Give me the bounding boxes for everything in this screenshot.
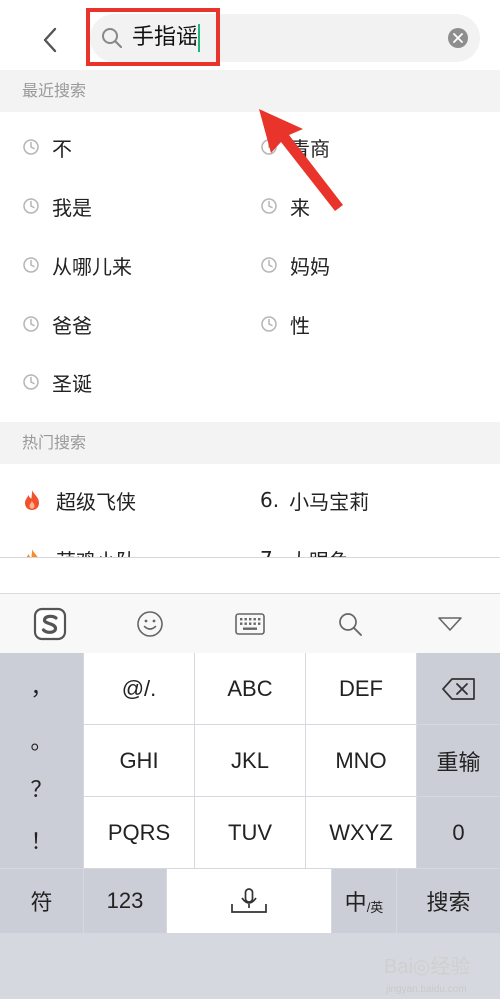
key-pqrs[interactable]: PQRS [84,797,194,868]
hot-item[interactable]: 7. 大眼鱼 [260,539,349,557]
sogou-logo-button[interactable] [30,604,70,644]
hot-search-header: 热门搜索 [0,422,500,464]
clock-icon [23,139,39,155]
hot-item-label: 小马宝莉 [289,489,370,514]
collapse-triangle-icon [438,617,462,631]
hot-item[interactable]: 6. 小马宝莉 [260,480,369,520]
clock-icon [261,316,277,332]
key-ghi[interactable]: GHI [84,725,194,796]
key-zero[interactable]: 0 [417,797,500,868]
hot-item-rank: 7. [260,547,279,557]
keyboard-icon [235,613,265,635]
keyboard: ， 。 ？ ！ @/. ABC DEF GHI JKL MNO 重输 PQRS … [0,653,500,999]
emoji-button[interactable] [130,604,170,644]
punctuation-column[interactable]: ， 。 ？ ！ [0,653,83,868]
recent-item[interactable]: 不 [22,127,72,167]
clock-icon [23,374,39,390]
language-main-label: 中 [344,890,367,915]
close-icon [453,33,463,43]
back-button[interactable] [28,20,72,60]
flame-icon [25,490,39,510]
punct-comma-key[interactable]: ， [0,661,83,711]
sogou-logo-icon [33,607,67,641]
numbers-key[interactable]: 123 [84,869,166,933]
punct-question-key[interactable]: ？ [0,763,83,813]
key-abc[interactable]: ABC [195,653,305,724]
watermark: Bai◎经验 jingyan.baidu.com [384,950,500,999]
chevron-left-icon [43,27,57,53]
collapse-keyboard-button[interactable] [430,604,470,644]
content-divider [0,557,500,558]
key-mno[interactable]: MNO [306,725,416,796]
recent-search-header: 最近搜索 [0,70,500,112]
language-switch-key[interactable]: 中/英 [332,869,396,933]
recent-item-label: 性 [290,313,310,338]
hot-item-rank: 6. [260,488,280,512]
key-tuv[interactable]: TUV [195,797,305,868]
clock-icon [23,257,39,273]
recent-item-label: 从哪儿来 [52,254,132,279]
clock-icon [23,316,39,332]
recent-item[interactable]: 妈妈 [260,245,330,285]
recent-item-label: 妈妈 [290,254,330,279]
punct-exclaim-key[interactable]: ！ [0,815,83,865]
recent-item[interactable]: 我是 [22,186,92,226]
search-icon [339,613,362,636]
key-def[interactable]: DEF [306,653,416,724]
keyboard-switch-button[interactable] [230,604,270,644]
watermark-main: Bai◎经验 [384,956,471,978]
hot-item[interactable]: 超级飞侠 [22,480,136,520]
language-sub-label: /英 [366,899,384,915]
watermark-sub: jingyan.baidu.com [386,984,467,995]
symbols-key[interactable]: 符 [0,869,83,933]
clock-icon [261,257,277,273]
recent-item[interactable]: 性 [260,304,310,344]
recent-item-label: 我是 [52,195,92,220]
search-header: 手指谣 [0,0,500,70]
backspace-key[interactable] [417,653,500,724]
recent-item[interactable]: 爸爸 [22,304,92,344]
search-key[interactable]: 搜索 [397,869,500,933]
key-wxyz[interactable]: WXYZ [306,797,416,868]
recent-item-label: 爸爸 [52,313,92,338]
key-jkl[interactable]: JKL [195,725,305,796]
hot-item-label: 超级飞侠 [56,489,136,514]
hot-item-label: 萌鸡小队 [56,545,136,558]
annotation-highlight-box [86,8,220,66]
recent-item[interactable]: 从哪儿来 [22,245,132,285]
punct-period-key[interactable]: 。 [0,715,83,765]
hot-search-list: 超级飞侠 6. 小马宝莉 萌鸡小队 7. 大眼鱼 [0,464,500,557]
hot-item-label: 大眼鱼 [289,545,349,558]
reenter-key[interactable]: 重输 [417,725,500,796]
clear-button[interactable] [448,28,468,48]
flame-icon [26,549,38,557]
recent-item[interactable]: 圣诞 [22,362,92,402]
microphone-icon [231,888,267,913]
key-symbols-at[interactable]: @/. [84,653,194,724]
backspace-icon [441,677,475,700]
voice-space-key[interactable] [167,869,331,933]
recent-item-label: 不 [52,136,72,161]
keyboard-toolbar [0,593,500,653]
recent-item-label: 圣诞 [52,371,92,396]
hot-item[interactable]: 萌鸡小队 [22,539,136,557]
clock-icon [23,198,39,214]
emoji-icon [137,611,163,637]
annotation-arrow [259,109,343,211]
keyboard-search-button[interactable] [330,604,370,644]
